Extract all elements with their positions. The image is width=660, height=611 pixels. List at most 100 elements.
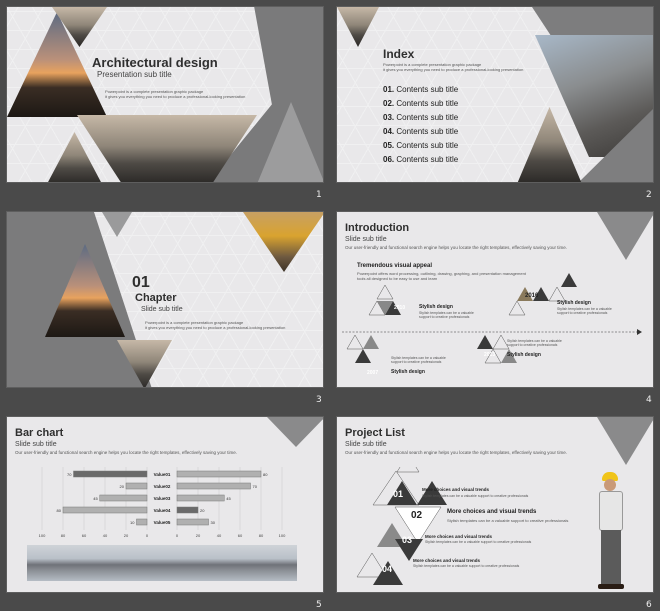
slide-6-thumbnail[interactable]: Project List Slide sub title Our user-fr… xyxy=(336,416,654,593)
slide-title: Chapter xyxy=(135,292,177,304)
year-label: 2016 xyxy=(525,293,539,299)
slide-description: Our user-friendly and functional search … xyxy=(345,245,568,250)
project-number: 01 xyxy=(393,489,404,499)
bar-chart-svg: 70 80 Value01 20 70 Value02 45 45 Value03 80 20 Val… xyxy=(39,467,286,538)
index-item: 02. Contents sub title xyxy=(383,99,459,108)
project-title: More choices and visual trends xyxy=(447,509,537,515)
waterfront-photo xyxy=(27,545,297,581)
gray-triangle-top xyxy=(267,417,323,447)
slide-title: Index xyxy=(383,47,415,61)
project-body: Stylish templates can be a valuable supp… xyxy=(413,564,520,568)
bar-right xyxy=(176,494,225,502)
bar-left xyxy=(136,518,148,526)
slide-number: 4 xyxy=(646,395,652,405)
x-tick-label: 20 xyxy=(196,533,201,538)
slide-2-thumbnail[interactable]: Index Powerpoint is a complete presentat… xyxy=(336,6,654,183)
slide-body-line: it gives you everything you need to prod… xyxy=(145,325,286,330)
project-title: More choices and visual trends xyxy=(425,534,493,539)
gray-panel-top xyxy=(532,7,653,35)
slide-5-thumbnail[interactable]: Bar chart Slide sub title Our user-frien… xyxy=(6,416,324,593)
torso xyxy=(599,491,623,531)
slide-description: Our user-friendly and functional search … xyxy=(345,450,568,455)
slide-description: Our user-friendly and functional search … xyxy=(15,450,238,455)
category-label: Value01 xyxy=(154,472,171,477)
x-tick-label: 80 xyxy=(61,533,66,538)
project-title: More choices and visual trends xyxy=(422,487,490,492)
section-heading: Tremendous visual appeal xyxy=(357,263,433,269)
project-number: 04 xyxy=(382,564,393,574)
x-tick-label: 80 xyxy=(259,533,264,538)
shoes xyxy=(598,584,624,589)
slide-number: 3 xyxy=(316,395,322,405)
category-label: Value03 xyxy=(154,496,171,501)
slide-subtitle: Slide sub title xyxy=(141,306,183,313)
index-item: 06. Contents sub title xyxy=(383,155,459,164)
project-number: 02 xyxy=(411,510,423,521)
bar-left xyxy=(125,482,148,490)
slide-number: 2 xyxy=(646,190,652,200)
bar-value-label: 20 xyxy=(200,508,205,513)
slide-4-thumbnail[interactable]: Introduction Slide sub title Our user-fr… xyxy=(336,211,654,388)
bar-value-label: 70 xyxy=(253,484,258,489)
year-label: 2007 xyxy=(367,370,379,376)
milestone-body: support to creative professionals xyxy=(419,315,470,319)
milestone-label: Stylish design xyxy=(557,300,591,306)
bar-value-label: 20 xyxy=(120,484,125,489)
slide-3-thumbnail[interactable]: 01 Chapter Slide sub title Powerpoint is… xyxy=(6,211,324,388)
bar-right xyxy=(176,518,209,526)
index-item: 01. Contents sub title xyxy=(383,85,459,94)
project-body: Stylish templates can be a valuable supp… xyxy=(425,540,532,544)
bar-right xyxy=(176,506,199,514)
category-label: Value02 xyxy=(154,484,171,489)
chapter-number: 01 xyxy=(132,274,150,291)
bar-value-label: 30 xyxy=(211,520,216,525)
milestone-body: support to creative professionals xyxy=(557,311,608,315)
bar-left xyxy=(99,494,148,502)
x-tick-label: 60 xyxy=(82,533,87,538)
gray-triangle-top xyxy=(597,212,653,260)
index-item: 03. Contents sub title xyxy=(383,113,459,122)
category-label: Value04 xyxy=(154,508,171,513)
legs xyxy=(601,530,621,586)
bar-left xyxy=(73,470,148,478)
slide-subtitle: Slide sub title xyxy=(15,441,57,448)
bar-value-label: 45 xyxy=(226,496,231,501)
slide-subtitle: Presentation sub title xyxy=(97,70,172,79)
category-label: Value05 xyxy=(154,520,171,525)
index-item: 04. Contents sub title xyxy=(383,127,459,136)
bar-value-label: 80 xyxy=(263,472,268,477)
milestone-label: Stylish design xyxy=(391,369,425,375)
bar-chart: 70 80 Value01 20 70 Value02 45 45 Value03 80 20 Val… xyxy=(27,467,297,542)
x-tick-label: 20 xyxy=(124,533,129,538)
slide-1-thumbnail[interactable]: Architectural design Presentation sub ti… xyxy=(6,6,324,183)
year-label: 2010 xyxy=(394,305,406,311)
head xyxy=(604,479,616,491)
engineer-figure xyxy=(592,472,632,590)
slide-body-line: it gives you everything you need to prod… xyxy=(105,94,246,99)
bar-value-label: 45 xyxy=(93,496,98,501)
milestone-label: Stylish design xyxy=(507,352,541,358)
bar-right xyxy=(176,482,251,490)
x-tick-label: 0 xyxy=(146,533,149,538)
slide-title: Architectural design xyxy=(92,55,218,70)
slide-title: Introduction xyxy=(345,222,410,234)
gray-triangle-top xyxy=(597,417,653,465)
timeline-graphic xyxy=(342,273,642,364)
x-tick-label: 40 xyxy=(103,533,108,538)
bar-right xyxy=(176,470,262,478)
project-title: More choices and visual trends xyxy=(413,558,481,563)
milestone-body: support to creative professionals xyxy=(391,360,442,364)
slide-number: 5 xyxy=(316,600,322,610)
bar-value-label: 10 xyxy=(130,520,135,525)
x-tick-label: 40 xyxy=(217,533,222,538)
slide-body-line: it gives you everything you need to prod… xyxy=(383,67,524,72)
slide-number: 6 xyxy=(646,600,652,610)
slide-subtitle: Slide sub title xyxy=(345,236,387,243)
x-tick-label: 0 xyxy=(176,533,179,538)
milestone-body: support to creative professionals xyxy=(507,343,558,347)
bar-value-label: 70 xyxy=(67,472,72,477)
bar-left xyxy=(62,506,148,514)
project-triangles xyxy=(356,467,447,585)
project-body: Stylish templates can be a valuable supp… xyxy=(422,494,529,498)
milestone-label: Stylish design xyxy=(419,304,453,310)
